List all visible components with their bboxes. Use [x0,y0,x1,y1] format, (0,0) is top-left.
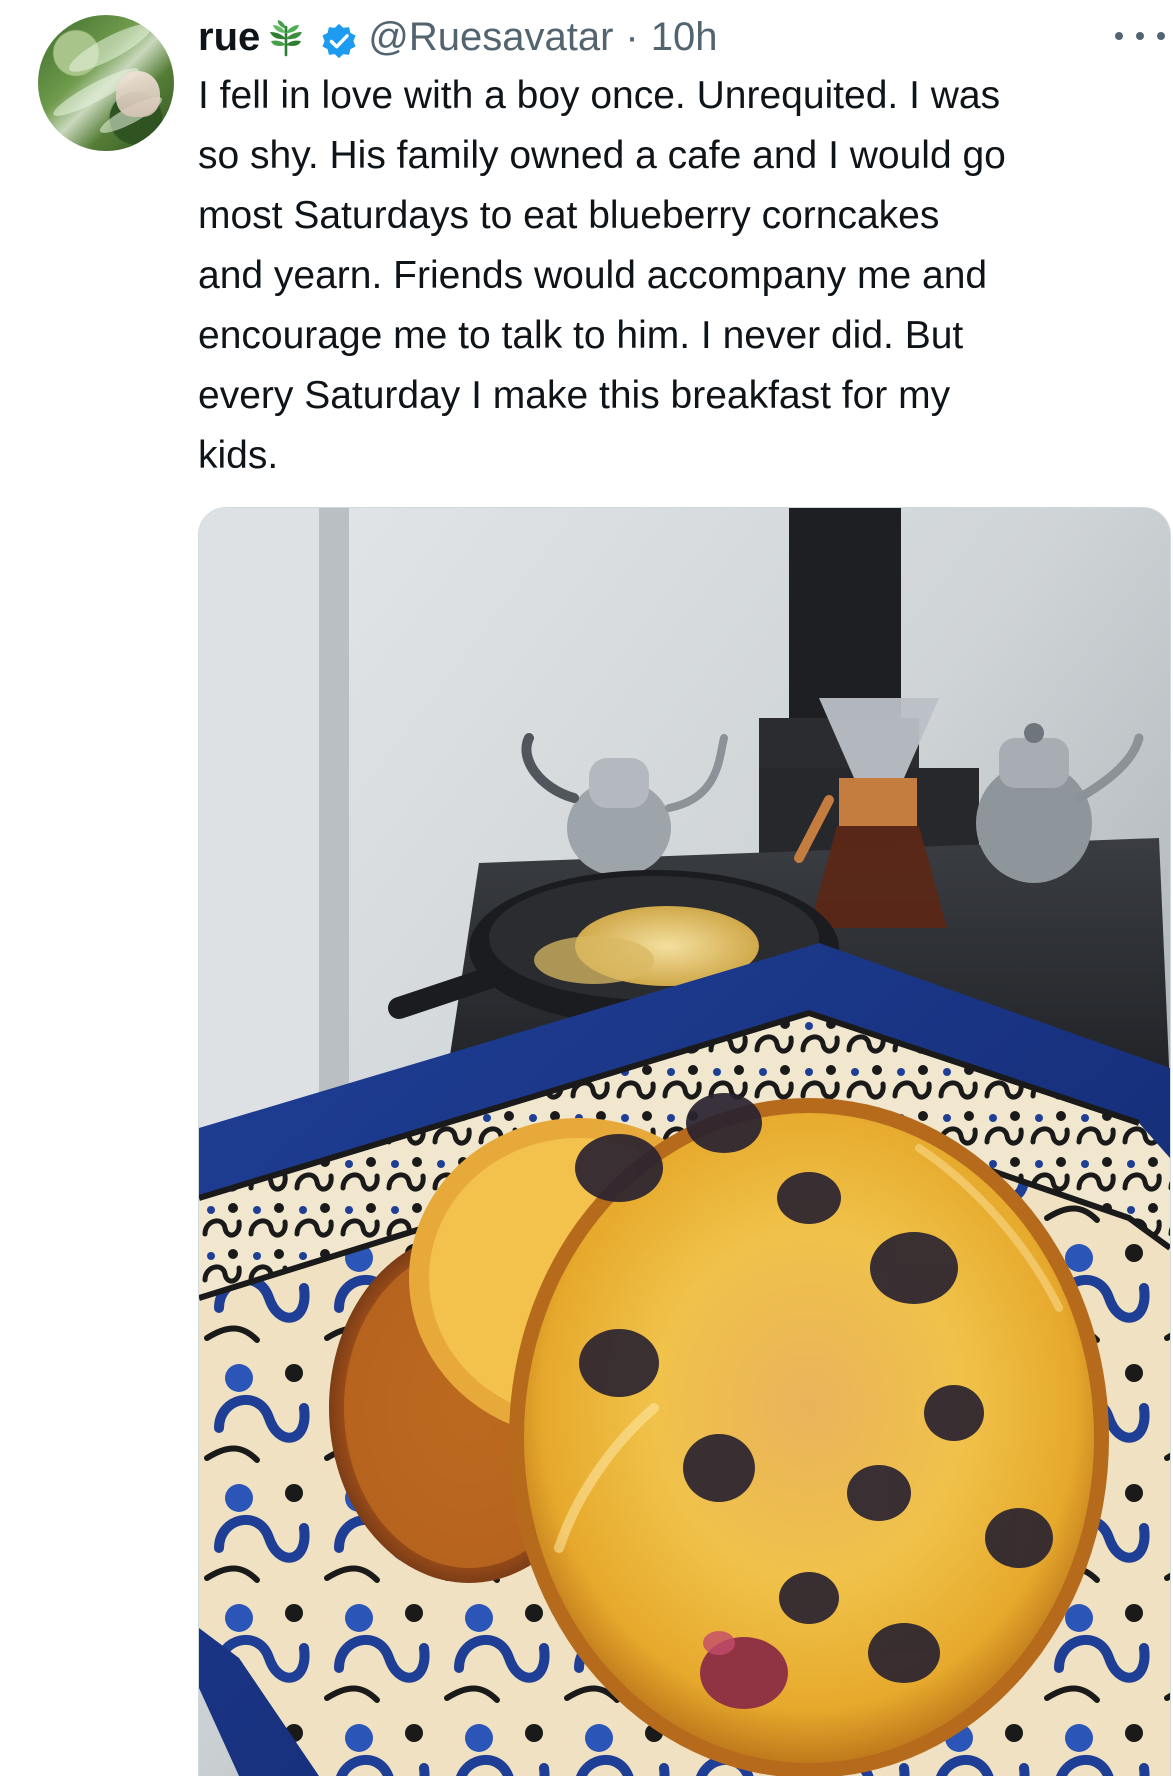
display-name[interactable]: rue [198,8,260,66]
verified-badge-icon[interactable] [320,18,358,59]
avatar-leaf [64,16,156,80]
tweet-header: rue @Ruesavatar · 10h [198,8,717,66]
separator: · [625,15,639,59]
avatar-face [116,71,160,117]
tweet-photo[interactable] [198,507,1171,1776]
dot [1115,32,1123,40]
timestamp[interactable]: 10h [651,8,718,66]
dot [1157,32,1165,40]
tweet: rue @Ruesavatar · 10h I fell in love wit… [0,0,1173,1776]
dot [1136,32,1144,40]
tweet-text: I fell in love with a boy once. Unrequit… [198,74,1006,477]
avatar[interactable] [38,15,174,151]
handle[interactable]: @Ruesavatar [368,8,613,66]
more-horizontal-icon[interactable] [1115,27,1165,45]
sprout-icon [266,17,306,57]
